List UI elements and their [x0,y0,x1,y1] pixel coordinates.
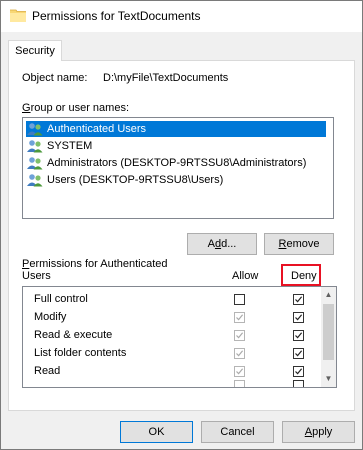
deny-checkbox[interactable] [293,330,304,341]
permission-name: Read & execute [34,329,113,341]
list-item-users[interactable]: Users (DESKTOP-9RTSSU8\Users) [26,172,223,188]
deny-checkbox[interactable] [293,312,304,323]
permissions-dialog: Permissions for TextDocuments Security O… [0,0,363,450]
users-icon [27,174,43,187]
apply-button-accesskey: A [304,426,313,438]
list-item-label: Users (DESKTOP-9RTSSU8\Users) [47,174,224,186]
permissions-header-rest: ermissions for Authenticated [29,258,168,270]
deny-checkbox[interactable] [293,366,304,377]
permission-name: List folder contents [34,347,127,359]
scroll-thumb[interactable] [323,304,334,360]
window-title: Permissions for TextDocuments [32,9,201,23]
permission-row-read: Read [23,362,321,380]
permission-name: Full control [34,293,88,305]
group-names-label-accesskey: G [22,102,31,114]
apply-button[interactable]: Apply [282,421,355,443]
list-item-authenticated-users[interactable]: Authenticated Users [26,121,326,137]
permission-row-read-execute: Read & execute [23,326,321,344]
group-user-list[interactable]: Authenticated Users SYSTEM Administrator… [22,117,334,219]
permissions-scrollbar[interactable]: ▲ ▼ [321,287,336,387]
add-button-suffix: d... [221,238,237,250]
folder-icon [10,9,26,22]
allow-checkbox [234,366,245,377]
list-item-administrators[interactable]: Administrators (DESKTOP-9RTSSU8\Administ… [26,155,306,171]
allow-checkbox [234,380,245,387]
add-button-prefix: A [207,238,215,250]
cancel-button[interactable]: Cancel [201,421,274,443]
apply-button-suffix: pply [312,426,333,438]
allow-column-header: Allow [232,270,259,282]
users-icon [27,157,43,170]
allow-checkbox [234,330,245,341]
permission-row-partial [23,380,321,387]
list-item-label: SYSTEM [47,140,93,152]
remove-button-suffix: emove [286,238,320,250]
scroll-down-icon[interactable]: ▼ [321,371,336,387]
permission-row-list-folder-contents: List folder contents [23,344,321,362]
list-item-system[interactable]: SYSTEM [26,138,92,154]
users-icon [27,140,43,153]
group-names-label: Group or user names: [22,102,129,114]
permissions-header-line2: Users [22,270,51,282]
allow-checkbox [234,348,245,359]
users-icon [27,123,43,136]
group-names-label-rest: roup or user names: [30,102,129,114]
permissions-list[interactable]: Full control Modify Read & execute List … [22,286,337,388]
list-item-label: Administrators (DESKTOP-9RTSSU8\Administ… [47,157,307,169]
list-item-label: Authenticated Users [47,123,147,135]
permission-row-modify: Modify [23,308,321,326]
deny-checkbox[interactable] [293,348,304,359]
permissions-header-line1: Permissions for Authenticated [22,258,168,270]
permission-name: Modify [34,311,67,323]
deny-checkbox[interactable] [293,294,304,305]
add-button[interactable]: Add... [187,233,257,255]
deny-highlight-box [281,264,321,286]
title-bar[interactable]: Permissions for TextDocuments [1,1,362,32]
allow-checkbox [234,312,245,323]
ok-button[interactable]: OK [120,421,193,443]
permission-row-full-control: Full control [23,290,321,308]
allow-checkbox[interactable] [234,294,245,305]
remove-button[interactable]: Remove [264,233,334,255]
object-name-label: Object name: [22,72,88,84]
scroll-up-icon[interactable]: ▲ [321,287,336,303]
permission-name: Read [34,365,61,377]
tab-security[interactable]: Security [8,40,62,61]
deny-checkbox[interactable] [293,380,304,387]
object-name-value: D:\myFile\TextDocuments [103,72,229,84]
